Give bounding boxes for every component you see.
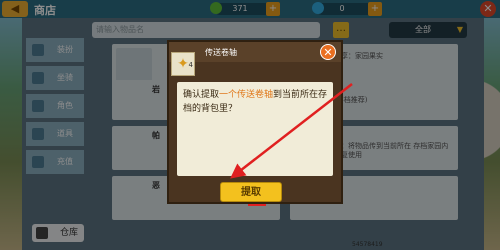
extract-button[interactable]: 提取 <box>220 182 282 202</box>
close-dialog-button[interactable]: ✕ <box>320 44 336 60</box>
dialog-message: 确认提取一个传送卷轴到当前所在存档的背包里？ <box>183 90 328 114</box>
extract-dialog: ✦ 4 传送卷轴 确认提取一个传送卷轴到当前所在存档的背包里？ <box>167 40 343 204</box>
dialog-body: 确认提取一个传送卷轴到当前所在存档的背包里？ <box>177 82 333 176</box>
scroll-icon: ✦ 4 <box>171 52 195 76</box>
dialog-title: 传送卷轴 <box>205 48 237 57</box>
